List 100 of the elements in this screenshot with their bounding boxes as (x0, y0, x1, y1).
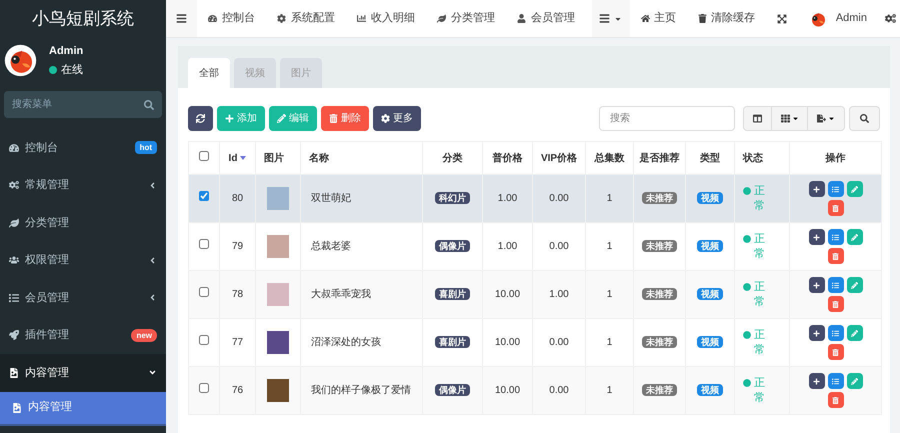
status-dot-icon (743, 378, 751, 386)
plus-icon (813, 330, 820, 336)
trash-icon (698, 14, 707, 23)
detail-button[interactable] (828, 325, 844, 341)
bird-avatar-icon (4, 44, 37, 77)
photo-placeholder (267, 187, 289, 210)
edit-button[interactable] (846, 181, 862, 197)
app-title: 小鸟短剧系统 (32, 8, 134, 30)
user-status: 在线 (61, 62, 83, 78)
edit-button[interactable] (846, 229, 862, 245)
sidebar-submenu-item[interactable]: 内容管理 (0, 392, 166, 426)
export-icon (817, 114, 826, 123)
add-button[interactable] (808, 373, 824, 389)
row-checkbox[interactable] (199, 287, 209, 297)
add-button[interactable] (808, 325, 824, 341)
category-tag: 喜剧片 (435, 288, 470, 300)
menu-toggle-button[interactable] (166, 0, 197, 37)
more-button[interactable]: 更多 (373, 106, 421, 131)
nav-link[interactable]: 系统配置 (266, 0, 346, 37)
recommend-tag: 未推荐 (642, 336, 677, 348)
trash-icon (832, 396, 839, 404)
settings-icon (885, 13, 896, 24)
category-tag: 科幻片 (435, 192, 470, 204)
grid-icon (780, 114, 790, 123)
pencil-icon (851, 378, 858, 384)
list-icon (832, 378, 839, 384)
sidebar-menu-item[interactable]: 权限管理 (0, 242, 166, 279)
row-checkbox[interactable] (199, 335, 209, 345)
list-icon (832, 282, 839, 288)
menu-label: 控制台 (25, 140, 59, 156)
category-tag: 偶像片 (435, 384, 470, 396)
nav-link[interactable]: 控制台 (196, 0, 266, 37)
sidebar-menu-item[interactable]: 内容管理 (0, 354, 166, 392)
refresh-icon (196, 114, 205, 123)
photo-placeholder (267, 283, 289, 306)
user-name: Admin (49, 44, 84, 59)
tab[interactable]: 全部 (188, 58, 230, 88)
pencil-icon (851, 330, 858, 336)
nav-link[interactable]: 会员管理 (506, 0, 586, 37)
sidebar-menu-item[interactable]: 分类管理 (0, 204, 166, 242)
detail-button[interactable] (828, 277, 844, 293)
plus-icon (813, 234, 820, 240)
plus-icon (813, 378, 820, 384)
caret-icon (792, 115, 798, 122)
sidebar-menu-item[interactable]: 常规管理 (0, 166, 166, 204)
gears-icon (9, 180, 19, 190)
photo-placeholder (267, 235, 289, 258)
search-field[interactable]: 搜索 (599, 106, 735, 131)
search-button[interactable] (849, 106, 880, 131)
nav-link[interactable]: 分类管理 (426, 0, 506, 37)
sidebar-menu-item[interactable]: 插件管理 new (0, 316, 166, 354)
status-text: 正常 (754, 376, 766, 406)
recommend-tag: 未推荐 (642, 192, 677, 204)
nav-link[interactable]: 主页 (630, 0, 687, 37)
row-checkbox[interactable] (199, 383, 209, 393)
expand-icon (776, 14, 787, 24)
sidebar-menu-item[interactable]: 会员管理 (0, 279, 166, 316)
status-dot-icon (743, 282, 751, 290)
recommend-tag: 未推荐 (642, 288, 677, 300)
menu-label: 插件管理 (25, 328, 70, 343)
add-button[interactable] (808, 277, 824, 293)
caret-icon (828, 115, 835, 122)
select-all-checkbox[interactable] (199, 150, 209, 160)
photo-placeholder (267, 331, 289, 354)
menu-label: 会员管理 (25, 290, 70, 306)
trash-icon (329, 114, 338, 123)
user-menu[interactable]: Admin (798, 0, 881, 37)
sort-caret-icon (240, 156, 246, 160)
sidebar-menu-item[interactable]: 控制台 hot (0, 129, 166, 166)
detail-button[interactable] (828, 229, 844, 245)
status-text: 正常 (754, 184, 766, 214)
menu-label: 内容管理 (25, 366, 70, 380)
edit-button[interactable] (846, 373, 862, 389)
row-checkbox[interactable] (199, 191, 209, 201)
gear-icon (276, 14, 286, 23)
category-tag: 偶像片 (435, 240, 470, 252)
card-view-icon (753, 114, 762, 123)
row-checkbox[interactable] (199, 239, 209, 249)
refresh-button[interactable] (188, 106, 213, 131)
detail-button[interactable] (828, 181, 844, 197)
plus-icon (225, 114, 234, 123)
more-menu-button[interactable] (592, 0, 630, 37)
nav-link[interactable]: 清除缓存 (686, 0, 766, 37)
chevron-left-icon (148, 180, 157, 190)
rocket-icon (9, 330, 19, 340)
list-icon (832, 234, 839, 240)
detail-button[interactable] (828, 373, 844, 389)
add-button[interactable] (808, 181, 824, 197)
list-icon (599, 13, 610, 24)
pencil-icon (851, 186, 858, 192)
edit-button[interactable] (846, 277, 862, 293)
nav-link[interactable]: 收入明细 (346, 0, 426, 37)
pencil-icon (851, 282, 858, 288)
menu-search-field[interactable]: 搜索菜单 (4, 91, 162, 118)
photo-placeholder (267, 379, 289, 402)
bar-chart-icon (356, 14, 366, 23)
users-icon (9, 255, 19, 266)
edit-button[interactable] (846, 325, 862, 341)
add-button[interactable] (808, 229, 824, 245)
type-tag: 视频 (697, 336, 723, 348)
